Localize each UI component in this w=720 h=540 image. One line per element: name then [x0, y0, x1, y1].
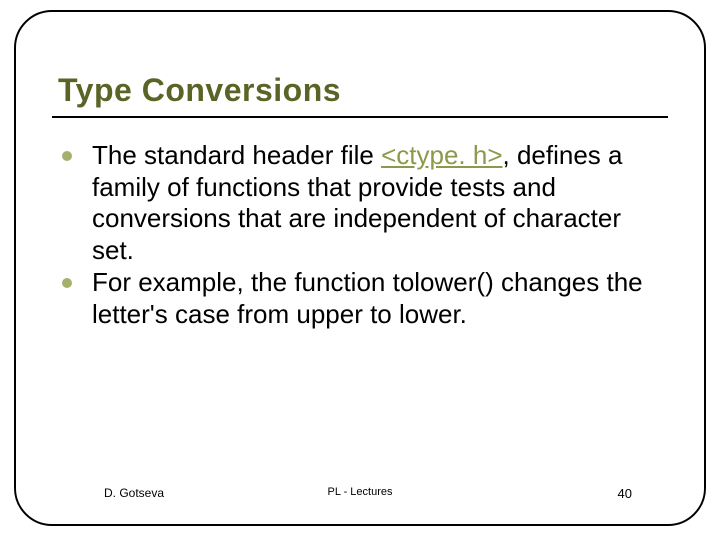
list-item: The standard header file <ctype. h>, def… [62, 140, 660, 267]
slide-title: Type Conversions [58, 72, 341, 109]
text-segment: The standard header file [92, 140, 381, 170]
page-number: 40 [618, 486, 632, 501]
bullet-icon [62, 278, 72, 288]
footer: D. Gotseva PL - Lectures 40 [0, 486, 720, 506]
bullet-icon [62, 151, 72, 161]
slide: Type Conversions The standard header fil… [0, 0, 720, 540]
title-underline [52, 116, 668, 118]
list-item: For example, the function tolower() chan… [62, 267, 660, 330]
bullet-text: For example, the function tolower() chan… [92, 267, 660, 330]
header-file-link[interactable]: <ctype. h> [381, 140, 502, 170]
bullet-text: The standard header file <ctype. h>, def… [92, 140, 660, 267]
footer-title: PL - Lectures [0, 486, 720, 498]
content-area: The standard header file <ctype. h>, def… [62, 140, 660, 330]
text-segment: For example, the function tolower() chan… [92, 267, 643, 329]
